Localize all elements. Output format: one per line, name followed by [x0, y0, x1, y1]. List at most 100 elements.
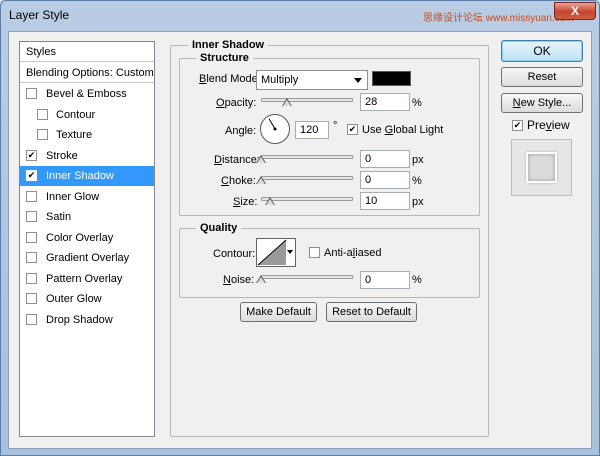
angle-dial[interactable]: [260, 114, 290, 144]
style-item-checkbox[interactable]: [26, 313, 37, 325]
distance-slider-thumb[interactable]: [256, 155, 266, 163]
style-item-contour-label: Contour: [56, 108, 96, 121]
style-item-checkbox[interactable]: [26, 252, 37, 263]
choke-unit: %: [412, 175, 422, 187]
styles-list: Styles Blending Options: Custom Bevel & Em…: [19, 41, 155, 437]
angle-dial-needle: [268, 118, 277, 131]
noise-input[interactable]: 0: [360, 271, 410, 289]
noise-slider-track[interactable]: [261, 275, 353, 279]
style-item-checkbox[interactable]: [37, 108, 48, 120]
noise-label: Noise:: [223, 274, 255, 286]
style-item-inner-shadow[interactable]: Inner Shadow: [20, 166, 154, 186]
blend-mode-label: Blend Mode:: [199, 73, 261, 85]
style-item-gradient-overlay-label: Gradient Overlay: [46, 252, 130, 264]
opacity-slider-thumb[interactable]: [281, 98, 292, 106]
style-item-inner-shadow-label: Inner Shadow: [46, 170, 114, 182]
style-item-stroke[interactable]: Stroke: [20, 146, 154, 166]
preview-checkbox[interactable]: [512, 120, 523, 131]
close-button[interactable]: X: [554, 2, 596, 20]
choke-input[interactable]: 0: [360, 171, 410, 189]
size-slider-thumb[interactable]: [265, 197, 276, 205]
reset-button[interactable]: Reset: [501, 67, 583, 87]
preview-label: Preview: [527, 118, 570, 132]
style-item-satin[interactable]: Satin: [20, 207, 154, 227]
use-global-light-label: Use Global Light: [362, 124, 444, 136]
quality-group: [179, 228, 480, 298]
anti-aliased-label: Anti-aliased: [324, 247, 382, 259]
inner-shadow-title: Inner Shadow: [188, 39, 269, 51]
style-item-checkbox[interactable]: [26, 231, 37, 243]
opacity-input[interactable]: 28: [360, 93, 410, 111]
noise-slider-thumb[interactable]: [256, 275, 266, 283]
style-item-pattern-overlay-label: Pattern Overlay: [46, 272, 123, 285]
style-item-checkbox[interactable]: [26, 149, 37, 161]
style-preview-thumbnail: [511, 139, 572, 196]
structure-title: Structure: [196, 52, 253, 64]
angle-input[interactable]: 120: [295, 121, 329, 139]
styles-header: Styles: [20, 42, 154, 62]
new-style-button[interactable]: New Style...: [501, 93, 583, 113]
contour-preview-icon: [257, 239, 287, 266]
style-item-color-overlay-label: Color Overlay: [46, 231, 114, 244]
choke-label: Choke:: [221, 175, 256, 187]
opacity-label: Opacity:: [216, 97, 257, 109]
blending-options-item[interactable]: Blending Options: Custom: [20, 63, 154, 83]
title-bar[interactable]: Layer Style 思缘设计论坛 www.missyuan.com X: [1, 1, 599, 31]
style-item-checkbox[interactable]: [37, 129, 48, 140]
style-item-contour[interactable]: Contour: [20, 105, 154, 125]
quality-title: Quality: [196, 222, 242, 234]
angle-label: Angle:: [225, 125, 257, 137]
opacity-unit: %: [412, 97, 422, 109]
style-item-texture[interactable]: Texture: [20, 125, 154, 145]
style-item-checkbox[interactable]: [26, 170, 37, 181]
reset-to-default-button[interactable]: Reset to Default: [326, 302, 417, 322]
style-item-pattern-overlay[interactable]: Pattern Overlay: [20, 269, 154, 289]
contour-picker[interactable]: [256, 238, 296, 267]
style-item-inner-glow[interactable]: Inner Glow: [20, 187, 154, 207]
dialog-body: Styles Blending Options: Custom Bevel & Em…: [8, 31, 592, 449]
make-default-button[interactable]: Make Default: [240, 302, 317, 322]
choke-slider-track[interactable]: [261, 176, 353, 180]
ok-button[interactable]: OK: [501, 40, 583, 62]
preview-square: [526, 152, 557, 183]
style-item-satin-label: Satin: [46, 211, 72, 223]
style-item-drop-shadow-label: Drop Shadow: [46, 313, 113, 326]
anti-aliased-checkbox[interactable]: [309, 247, 320, 258]
style-item-stroke-label: Stroke: [46, 149, 78, 162]
chevron-down-icon: [354, 78, 362, 83]
style-item-drop-shadow[interactable]: Drop Shadow: [20, 310, 154, 330]
styles-header-label: Styles: [26, 46, 56, 58]
style-item-checkbox[interactable]: [26, 293, 37, 304]
angle-unit: °: [333, 120, 338, 132]
size-label: Size:: [233, 196, 258, 208]
blend-mode-value: Multiply: [261, 74, 299, 86]
style-item-gradient-overlay[interactable]: Gradient Overlay: [20, 248, 154, 268]
opacity-slider-track[interactable]: [261, 98, 353, 102]
style-item-bevel-emboss[interactable]: Bevel & Emboss: [20, 84, 154, 104]
watermark-text: 思缘设计论坛 www.missyuan.com: [423, 13, 574, 24]
blending-options-item-label: Blending Options: Custom: [26, 67, 154, 79]
style-item-checkbox[interactable]: [26, 272, 37, 284]
chevron-down-icon: [287, 250, 293, 254]
style-item-color-overlay[interactable]: Color Overlay: [20, 228, 154, 248]
choke-slider-thumb[interactable]: [256, 176, 266, 184]
distance-slider-track[interactable]: [261, 155, 353, 159]
noise-unit: %: [412, 274, 422, 286]
style-item-checkbox[interactable]: [26, 88, 37, 99]
distance-input[interactable]: 0: [360, 150, 410, 168]
style-item-bevel-emboss-label: Bevel & Emboss: [46, 88, 127, 100]
shadow-color-swatch[interactable]: [372, 71, 411, 86]
style-item-texture-label: Texture: [56, 129, 93, 141]
size-unit: px: [412, 196, 424, 208]
style-item-outer-glow[interactable]: Outer Glow: [20, 289, 154, 309]
distance-label: Distance:: [214, 154, 260, 166]
size-input[interactable]: 10: [360, 192, 410, 210]
layer-style-dialog: Layer Style 思缘设计论坛 www.missyuan.com X St…: [0, 0, 600, 456]
blend-mode-select[interactable]: Multiply: [256, 70, 368, 90]
style-item-inner-glow-label: Inner Glow: [46, 190, 100, 203]
use-global-light-checkbox[interactable]: [347, 124, 358, 135]
style-item-outer-glow-label: Outer Glow: [46, 293, 102, 305]
contour-label: Contour:: [213, 248, 256, 260]
style-item-checkbox[interactable]: [26, 190, 37, 202]
style-item-checkbox[interactable]: [26, 211, 37, 222]
